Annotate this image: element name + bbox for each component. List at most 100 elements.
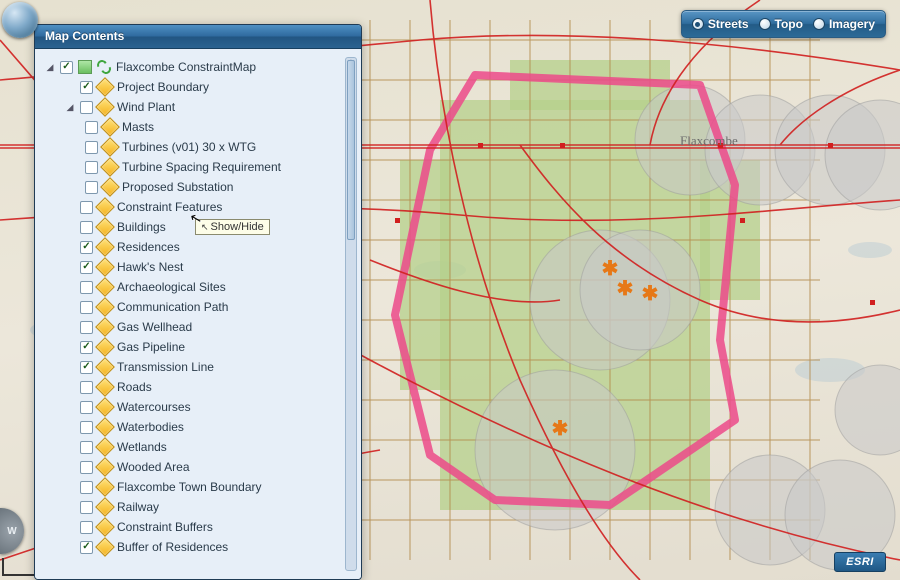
mapthumb-icon	[78, 60, 92, 74]
layer-label: Railway	[117, 500, 159, 514]
visibility-checkbox[interactable]	[80, 261, 93, 274]
diamond-icon	[95, 457, 115, 477]
visibility-checkbox[interactable]	[80, 501, 93, 514]
layer-label: Communication Path	[117, 300, 228, 314]
visibility-checkbox[interactable]	[80, 421, 93, 434]
visibility-checkbox[interactable]	[80, 341, 93, 354]
visibility-checkbox[interactable]	[80, 381, 93, 394]
visibility-checkbox[interactable]	[85, 141, 98, 154]
diamond-icon	[95, 477, 115, 497]
diamond-icon	[95, 537, 115, 557]
panel-title[interactable]: Map Contents	[35, 25, 361, 49]
visibility-checkbox[interactable]	[80, 201, 93, 214]
layer-row[interactable]: Gas Pipeline	[65, 337, 341, 357]
layer-label: Residences	[117, 240, 180, 254]
layer-row[interactable]: Turbines (v01) 30 x WTG	[85, 137, 341, 157]
layer-row[interactable]: Buffer of Residences	[65, 537, 341, 557]
layer-row[interactable]: Waterbodies	[65, 417, 341, 437]
layer-label: Wetlands	[117, 440, 167, 454]
visibility-checkbox[interactable]	[80, 361, 93, 374]
layer-label: Proposed Substation	[122, 180, 233, 194]
diamond-icon	[95, 377, 115, 397]
visibility-checkbox[interactable]	[80, 401, 93, 414]
layer-row[interactable]: Flaxcombe Town Boundary	[65, 477, 341, 497]
layer-row[interactable]: Gas Wellhead	[65, 317, 341, 337]
layer-row[interactable]: Constraint Features	[65, 197, 341, 217]
visibility-checkbox[interactable]	[80, 241, 93, 254]
scrollbar-thumb[interactable]	[347, 60, 355, 240]
globe-icon[interactable]	[2, 2, 38, 38]
radio-icon[interactable]	[692, 18, 704, 30]
panel-body: ◢Flaxcombe ConstraintMapProject Boundary…	[35, 49, 361, 579]
visibility-checkbox[interactable]	[80, 481, 93, 494]
visibility-checkbox[interactable]	[80, 541, 93, 554]
visibility-checkbox[interactable]	[80, 321, 93, 334]
town-label: Flaxcombe	[680, 133, 738, 148]
layer-row[interactable]: Masts	[85, 117, 341, 137]
visibility-checkbox[interactable]	[80, 441, 93, 454]
layer-label: Constraint Buffers	[117, 520, 213, 534]
svg-text:✱: ✱	[617, 278, 634, 300]
visibility-checkbox[interactable]	[80, 301, 93, 314]
layer-label: Waterbodies	[117, 420, 184, 434]
layer-tree: ◢Flaxcombe ConstraintMapProject Boundary…	[45, 57, 341, 557]
layer-row[interactable]: Proposed Substation	[85, 177, 341, 197]
basemap-option-topo[interactable]: Topo	[759, 17, 803, 31]
radio-icon[interactable]	[759, 18, 771, 30]
layer-label: Buildings	[117, 220, 166, 234]
radio-icon[interactable]	[813, 18, 825, 30]
layer-row[interactable]: Wooded Area	[65, 457, 341, 477]
layer-row[interactable]: Watercourses	[65, 397, 341, 417]
layer-row[interactable]: Project Boundary	[65, 77, 341, 97]
layer-row[interactable]: Constraint Buffers	[65, 517, 341, 537]
layer-row[interactable]: Roads	[65, 377, 341, 397]
diamond-icon	[95, 297, 115, 317]
layer-row[interactable]: Communication Path	[65, 297, 341, 317]
layer-label: Gas Pipeline	[117, 340, 185, 354]
layer-row[interactable]: ◢ Wind Plant	[65, 97, 341, 117]
visibility-checkbox[interactable]	[80, 221, 93, 234]
diamond-icon	[95, 77, 115, 97]
diamond-icon	[95, 277, 115, 297]
layer-row[interactable]: ◢Flaxcombe ConstraintMap	[45, 57, 341, 77]
diamond-icon	[100, 137, 120, 157]
collapse-icon[interactable]: ◢	[65, 102, 75, 112]
diamond-icon	[95, 217, 115, 237]
diamond-icon	[95, 257, 115, 277]
collapse-icon[interactable]: ◢	[45, 62, 55, 72]
diamond-icon	[95, 97, 115, 117]
layer-label: Buffer of Residences	[117, 540, 228, 554]
diamond-icon	[95, 197, 115, 217]
layer-row[interactable]: Wetlands	[65, 437, 341, 457]
visibility-checkbox[interactable]	[85, 121, 98, 134]
layer-label: Transmission Line	[117, 360, 214, 374]
visibility-checkbox[interactable]	[85, 161, 98, 174]
layer-row[interactable]: Transmission Line	[65, 357, 341, 377]
layer-row[interactable]: Railway	[65, 497, 341, 517]
basemap-option-streets[interactable]: Streets	[692, 17, 749, 31]
visibility-checkbox[interactable]	[80, 101, 93, 114]
diamond-icon	[95, 237, 115, 257]
visibility-checkbox[interactable]	[80, 81, 93, 94]
visibility-checkbox[interactable]	[80, 521, 93, 534]
basemap-label: Topo	[775, 17, 803, 31]
diamond-icon	[95, 317, 115, 337]
layer-label: Hawk's Nest	[117, 260, 183, 274]
basemap-label: Streets	[708, 17, 749, 31]
refreshicon-icon	[97, 60, 111, 74]
layer-label: Roads	[117, 380, 152, 394]
layer-row[interactable]: Residences	[65, 237, 341, 257]
layer-row[interactable]: Turbine Spacing Requirement	[85, 157, 341, 177]
visibility-checkbox[interactable]	[80, 281, 93, 294]
layer-label: Wind Plant	[117, 100, 175, 114]
layer-label: Flaxcombe Town Boundary	[117, 480, 262, 494]
visibility-checkbox[interactable]	[85, 181, 98, 194]
layer-row[interactable]: Hawk's Nest	[65, 257, 341, 277]
basemap-option-imagery[interactable]: Imagery	[813, 17, 875, 31]
show-hide-tooltip: ↖Show/Hide	[195, 219, 270, 235]
layer-label: Turbine Spacing Requirement	[122, 160, 281, 174]
visibility-checkbox[interactable]	[60, 61, 73, 74]
visibility-checkbox[interactable]	[80, 461, 93, 474]
layer-row[interactable]: Archaeological Sites	[65, 277, 341, 297]
scrollbar[interactable]: ▲	[345, 57, 357, 571]
